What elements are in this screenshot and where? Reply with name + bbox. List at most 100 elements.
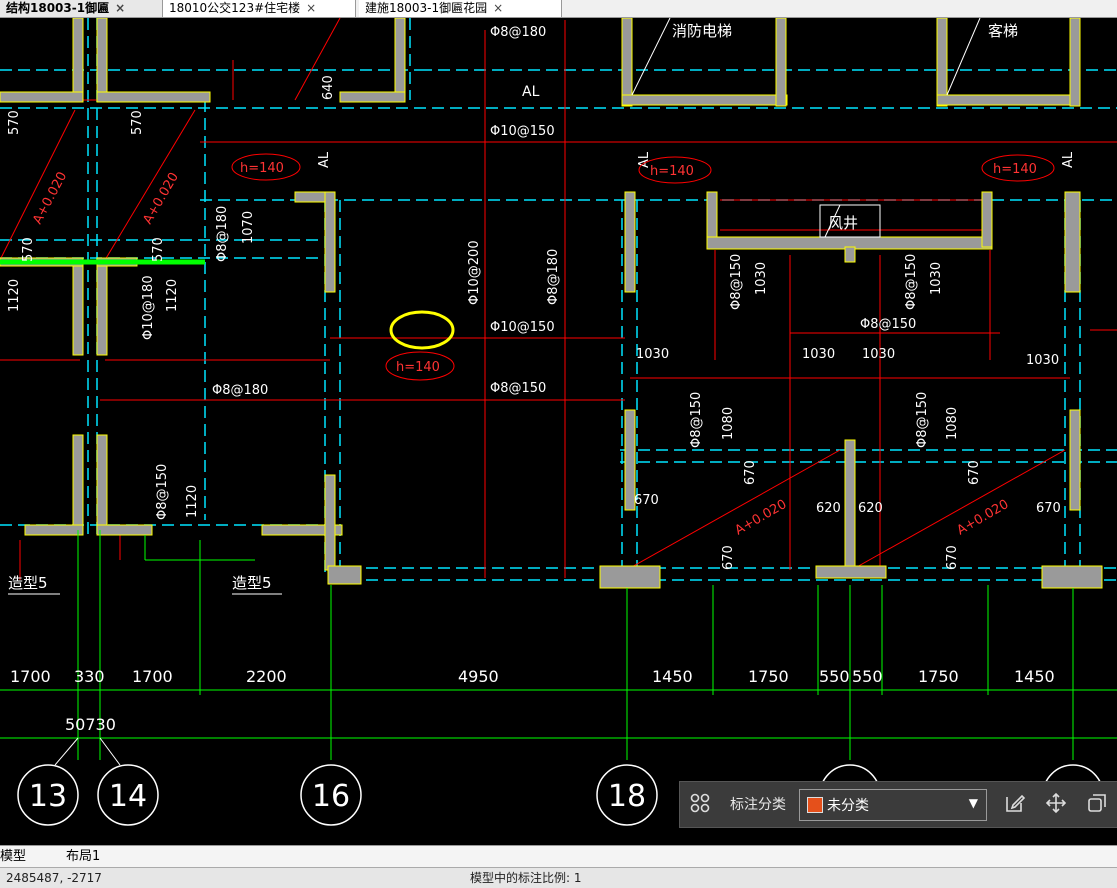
dim-label: 1080: [721, 407, 736, 440]
rebar-label: Φ10@150: [490, 320, 555, 335]
thickness-label: h=140: [240, 161, 284, 176]
tab-label: 18010公交123#住宅楼: [169, 1, 301, 15]
dim-label: 1120: [185, 485, 200, 518]
dim-label: 620: [858, 501, 883, 516]
coordinate-readout: 2485487, -2717: [6, 871, 102, 885]
close-icon[interactable]: ×: [306, 1, 316, 15]
category-value: 未分类: [827, 798, 869, 814]
tab-architecture[interactable]: 建施18003-1御匾花园 ×: [359, 0, 562, 17]
dim-label: 570: [7, 110, 22, 135]
tab-layout1[interactable]: 布局1: [66, 848, 116, 866]
dim-label: 640: [321, 75, 336, 100]
dim-label: 1030: [929, 262, 944, 295]
rebar-label: Φ8@150: [860, 317, 916, 332]
dim-label: 670: [945, 545, 960, 570]
dim-label: 1030: [1026, 353, 1059, 368]
dim-label: 1030: [636, 347, 669, 362]
tab-label: 结构18003-1御匾: [6, 1, 110, 15]
tab-residence[interactable]: 18010公交123#住宅楼 ×: [163, 0, 356, 17]
dim-label: 1030: [754, 262, 769, 295]
rebar-label: Φ8@150: [490, 381, 546, 396]
shaft-marks: [631, 17, 981, 238]
rebar-label: Φ8@150: [155, 464, 170, 520]
detail-label: 造型5: [8, 574, 48, 592]
category-select[interactable]: 未分类 ▼: [799, 789, 987, 821]
dim-total-label: 50730: [65, 715, 116, 734]
slope-label: A+0.020: [733, 497, 790, 538]
dim-label: 670: [1036, 501, 1061, 516]
dim-label: 670: [721, 545, 736, 570]
category-swatch: [807, 797, 823, 813]
axis-label: 16: [312, 779, 350, 814]
room-label: AL: [522, 84, 540, 100]
close-icon[interactable]: ×: [493, 1, 503, 15]
rebar-label: Φ8@180: [546, 249, 561, 305]
bottom-dim-group: 1700 330 1700 2200 4950 1450 1750 550 55…: [10, 667, 1055, 734]
dim-bottom-label: 550: [819, 667, 850, 686]
dim-bottom-label: 1750: [918, 667, 959, 686]
dim-label: 570: [21, 237, 36, 262]
tab-label: 建施18003-1御匾花园: [365, 1, 488, 15]
dim-label: 1070: [241, 211, 256, 244]
chevron-down-icon: ▼: [968, 796, 978, 810]
tab-model[interactable]: 模型: [0, 848, 40, 866]
highlight-marker: [389, 310, 455, 350]
room-label: AL: [317, 151, 332, 168]
rebar-label: Φ8@180: [490, 25, 546, 40]
axis-label: 18: [608, 779, 646, 814]
dim-label: 1120: [165, 279, 180, 312]
rebar-label: Φ8@150: [915, 392, 930, 448]
axis-label-group: 13 14 16 18: [29, 779, 646, 814]
dim-bottom-label: 1750: [748, 667, 789, 686]
dim-bottom-label: 1450: [652, 667, 693, 686]
room-label: 客梯: [988, 22, 1018, 40]
axis-label: 14: [109, 779, 147, 814]
rebar-label: Φ8@150: [729, 254, 744, 310]
dim-label: 570: [130, 110, 145, 135]
four-squares-icon[interactable]: [688, 792, 712, 816]
dim-bottom-label: 1700: [132, 667, 173, 686]
rebar-label: Φ10@200: [467, 240, 482, 305]
dim-bottom-label: 1450: [1014, 667, 1055, 686]
category-label: 标注分类: [730, 797, 786, 813]
dim-label: 670: [634, 493, 659, 508]
document-tabs: 结构18003-1御匾 × 18010公交123#住宅楼 × 建施18003-1御匾…: [0, 0, 1117, 18]
dim-bottom-label: 1700: [10, 667, 51, 686]
dim-bottom-label: 2200: [246, 667, 287, 686]
dim-label: 1080: [945, 407, 960, 440]
annotation-toolbar: 标注分类 未分类 ▼: [679, 781, 1117, 828]
dim-label: 1120: [7, 279, 22, 312]
slope-label: A+0.020: [955, 497, 1012, 538]
rebar-label: Φ10@180: [141, 275, 156, 340]
rebar-label: Φ8@180: [212, 383, 268, 398]
thickness-label: h=140: [650, 164, 694, 179]
dim-label: 1030: [862, 347, 895, 362]
slope-label: A+0.020: [140, 170, 181, 227]
move-icon[interactable]: [1044, 792, 1068, 816]
axis-leaders: [54, 737, 121, 766]
layout-tabs: 模型 布局1: [0, 845, 1117, 868]
dim-label: 620: [816, 501, 841, 516]
room-label: 消防电梯: [672, 22, 732, 40]
close-icon[interactable]: ×: [115, 1, 125, 15]
room-label: AL: [1061, 151, 1076, 168]
edit-icon[interactable]: [1003, 792, 1027, 816]
thickness-label: h=140: [396, 360, 440, 375]
rebar-label: Φ10@150: [490, 124, 555, 139]
rebar-label: Φ8@150: [689, 392, 704, 448]
dim-label: 1030: [802, 347, 835, 362]
dim-bottom-label: 330: [74, 667, 105, 686]
rebar-label: Φ8@180: [215, 206, 230, 262]
dim-bottom-label: 4950: [458, 667, 499, 686]
copy-icon[interactable]: [1085, 792, 1109, 816]
thickness-label: h=140: [993, 162, 1037, 177]
slope-label: A+0.020: [30, 169, 70, 226]
tab-structure[interactable]: 结构18003-1御匾 ×: [0, 0, 163, 17]
status-message: 模型中的标注比例: 1: [470, 871, 582, 885]
dim-bottom-label: 550: [852, 667, 883, 686]
rebar-label: Φ8@150: [904, 254, 919, 310]
detail-label-group: 造型5 造型5: [8, 574, 272, 592]
dim-label: 570: [151, 237, 166, 262]
drawing-canvas[interactable]: Φ8@180 Φ10@150 Φ10@150 Φ8@150 Φ8@180 Φ8@…: [0, 17, 1117, 844]
dim-label: 670: [967, 460, 982, 485]
